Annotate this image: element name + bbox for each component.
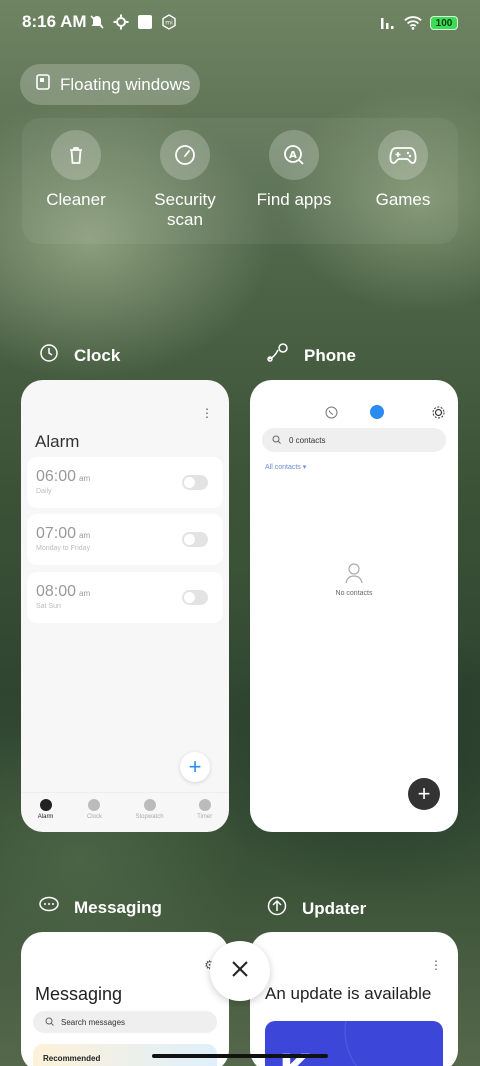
- signal-icon: [378, 14, 396, 32]
- messaging-app-header: Messaging: [38, 895, 162, 920]
- alarm-time: 08:00 am: [36, 583, 91, 600]
- updater-app-header: Updater: [266, 895, 366, 922]
- mute-notifications-icon: [88, 13, 106, 31]
- tab-timer[interactable]: Timer: [197, 793, 212, 832]
- empty-contacts-icon: [344, 562, 364, 589]
- home-indicator[interactable]: [152, 1054, 328, 1058]
- svg-text:A: A: [289, 150, 297, 161]
- tab-stopwatch[interactable]: Stopwatch: [136, 793, 164, 832]
- wifi-icon: [404, 14, 422, 32]
- cleaner-label: Cleaner: [46, 190, 106, 209]
- clock-app-card[interactable]: ⋮ Alarm 06:00 am Daily 07:00 am Monday to …: [21, 380, 229, 832]
- games-button[interactable]: Games: [353, 130, 453, 210]
- more-options-icon[interactable]: ⋮: [201, 406, 213, 420]
- alarm-row[interactable]: 06:00 am Daily: [27, 457, 223, 508]
- find-apps-button[interactable]: A Find apps: [244, 130, 344, 210]
- clock-tab-icon: [88, 799, 101, 811]
- clock-app-header: Clock: [38, 342, 120, 369]
- security-icon: [160, 130, 210, 180]
- recommended-label: Recommended: [43, 1054, 101, 1063]
- mi-hexagon-icon: mi: [160, 13, 178, 31]
- status-right: 100: [378, 14, 458, 32]
- contacts-search-bar[interactable]: 0 contacts: [262, 428, 446, 452]
- security-scan-button[interactable]: Security scan: [135, 130, 235, 230]
- no-contacts-label: No contacts: [335, 590, 373, 597]
- clock-bottom-tabs: Alarm Clock Stopwatch Timer: [21, 792, 229, 832]
- timer-tab-icon: [198, 799, 211, 811]
- alarm-repeat: Daily: [36, 488, 52, 495]
- settings-gear-icon: [112, 13, 130, 31]
- alarm-toggle[interactable]: [182, 590, 208, 605]
- alarm-row[interactable]: 07:00 am Monday to Friday: [27, 514, 223, 565]
- phone-app-name: Phone: [304, 345, 356, 365]
- settings-icon[interactable]: [432, 406, 445, 424]
- alarm-title: Alarm: [35, 432, 80, 451]
- updater-app-card[interactable]: ⋮ An update is available K: [250, 932, 458, 1066]
- gamepad-icon: [378, 130, 428, 180]
- phone-app-card[interactable]: 0 contacts All contacts ▾ No contacts +: [250, 380, 458, 832]
- trash-icon: [51, 130, 101, 180]
- search-icon: [45, 1017, 54, 1028]
- more-options-icon[interactable]: ⋮: [430, 958, 442, 972]
- update-banner: K: [265, 1021, 443, 1066]
- updater-app-name: Updater: [302, 898, 367, 918]
- alarm-repeat: Monday to Friday: [36, 545, 91, 552]
- find-apps-icon: A: [269, 130, 319, 180]
- clear-all-button[interactable]: [210, 941, 270, 1001]
- battery-indicator: 100: [430, 16, 458, 30]
- messaging-app-card[interactable]: ⚙ Messaging Search messages Recommended: [21, 932, 229, 1066]
- cleaner-button[interactable]: Cleaner: [26, 130, 126, 210]
- tab-clock[interactable]: Clock: [87, 793, 102, 832]
- messages-search-text: Search messages: [61, 1017, 126, 1027]
- phone-app-header: Phone: [266, 342, 356, 369]
- update-available-title: An update is available: [265, 984, 432, 1003]
- alarm-row[interactable]: 08:00 am Sat Sun: [27, 572, 223, 623]
- clock-app-name: Clock: [74, 345, 121, 365]
- status-time: 8:16 AM: [22, 12, 87, 31]
- search-icon: [272, 435, 281, 446]
- all-contacts-filter[interactable]: All contacts ▾: [265, 463, 306, 471]
- tab-alarm[interactable]: Alarm: [38, 793, 53, 832]
- hyperos-logo-icon: K: [279, 1021, 358, 1066]
- floating-windows-label: Floating windows: [60, 74, 191, 94]
- messaging-icon: [38, 895, 60, 920]
- security-scan-label: Security scan: [154, 190, 216, 229]
- status-icons: mi: [88, 13, 178, 31]
- contacts-icon[interactable]: [370, 405, 384, 419]
- floating-window-icon: [36, 74, 50, 95]
- svg-text:mi: mi: [165, 20, 173, 27]
- messages-search-bar[interactable]: Search messages: [33, 1011, 217, 1033]
- find-apps-label: Find apps: [256, 190, 332, 209]
- stopwatch-tab-icon: [143, 799, 156, 811]
- updater-icon: [266, 895, 288, 922]
- phone-icon: [266, 342, 290, 369]
- square-notification-icon: [136, 13, 154, 31]
- call-log-icon[interactable]: [325, 406, 338, 424]
- alarm-time: 06:00 am: [36, 468, 91, 485]
- alarm-toggle[interactable]: [182, 532, 208, 547]
- clock-icon: [38, 342, 60, 369]
- alarm-tab-icon: [39, 799, 52, 811]
- messaging-title: Messaging: [35, 984, 123, 1004]
- games-label: Games: [375, 190, 431, 209]
- add-contact-button[interactable]: +: [408, 778, 440, 810]
- add-alarm-button[interactable]: +: [180, 752, 210, 782]
- floating-windows-button[interactable]: Floating windows: [20, 64, 200, 105]
- close-icon: [231, 960, 249, 983]
- messaging-app-name: Messaging: [74, 897, 162, 917]
- contacts-search-text: 0 contacts: [289, 435, 326, 445]
- alarm-time: 07:00 am: [36, 525, 91, 542]
- alarm-repeat: Sat Sun: [36, 603, 61, 610]
- alarm-toggle[interactable]: [182, 475, 208, 490]
